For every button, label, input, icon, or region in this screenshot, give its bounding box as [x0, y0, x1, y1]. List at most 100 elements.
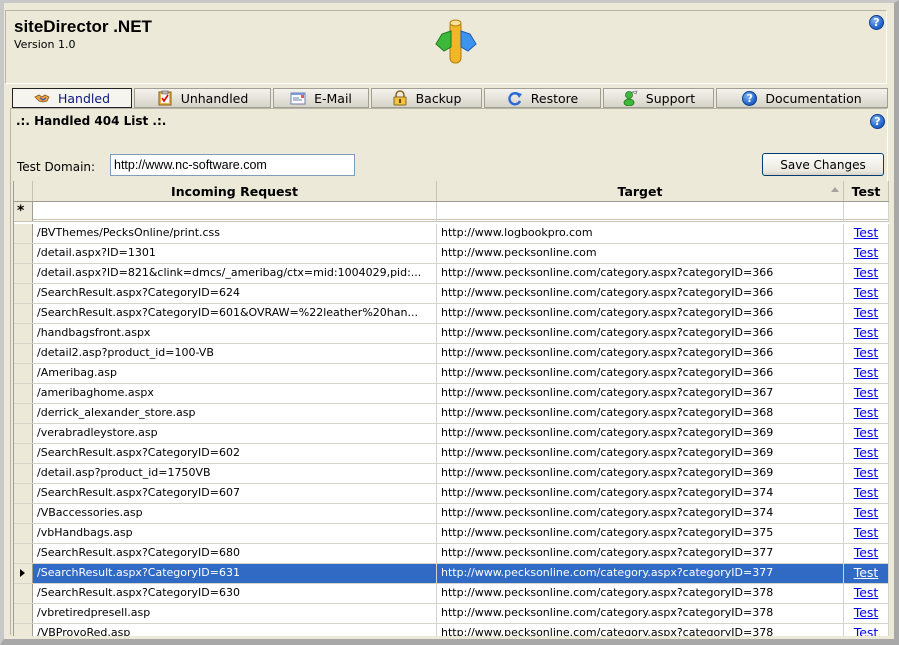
row-selector[interactable] — [14, 624, 33, 636]
table-row[interactable]: /detail.aspx?ID=821&clink=dmcs/_ameribag… — [14, 264, 889, 284]
target-cell[interactable]: http://www.pecksonline.com/category.aspx… — [437, 484, 844, 503]
target-cell[interactable]: http://www.pecksonline.com — [437, 244, 844, 263]
row-selector[interactable] — [14, 464, 33, 483]
help-icon[interactable]: ? — [869, 15, 884, 30]
table-row[interactable]: /VBProvoRed.asp http://www.pecksonline.co… — [14, 624, 889, 636]
target-cell[interactable]: http://www.pecksonline.com/category.aspx… — [437, 324, 844, 343]
target-cell[interactable]: http://www.pecksonline.com/category.aspx… — [437, 564, 844, 583]
column-header-target[interactable]: Target — [437, 181, 844, 201]
row-selector[interactable] — [14, 564, 33, 583]
incoming-request-cell[interactable]: /vbretiredpresell.asp — [33, 604, 437, 623]
new-target-cell[interactable] — [437, 202, 844, 221]
incoming-request-cell[interactable]: /SearchResult.aspx?CategoryID=631 — [33, 564, 437, 583]
incoming-request-cell[interactable]: /detail.aspx?ID=821&clink=dmcs/_ameribag… — [33, 264, 437, 283]
row-selector[interactable] — [14, 424, 33, 443]
table-row[interactable]: /vbHandbags.asp http://www.pecksonline.co… — [14, 524, 889, 544]
target-cell[interactable]: http://www.pecksonline.com/category.aspx… — [437, 544, 844, 563]
tab-support[interactable]: Support — [603, 88, 714, 108]
incoming-request-cell[interactable]: /detail.asp?product_id=1750VB — [33, 464, 437, 483]
tab-backup[interactable]: Backup — [371, 88, 482, 108]
test-link[interactable]: Test — [854, 245, 879, 260]
column-header-incoming-request[interactable]: Incoming Request — [33, 181, 437, 201]
row-selector[interactable] — [14, 244, 33, 263]
row-selector[interactable] — [14, 344, 33, 363]
table-row[interactable]: /detail.asp?product_id=1750VB http://www.… — [14, 464, 889, 484]
row-selector[interactable] — [14, 224, 33, 243]
row-selector[interactable] — [14, 404, 33, 423]
test-link[interactable]: Test — [854, 365, 879, 380]
row-selector[interactable] — [14, 384, 33, 403]
incoming-request-cell[interactable]: /SearchResult.aspx?CategoryID=602 — [33, 444, 437, 463]
incoming-request-cell[interactable]: /VBaccessories.asp — [33, 504, 437, 523]
test-link[interactable]: Test — [854, 325, 879, 340]
test-link[interactable]: Test — [854, 565, 879, 580]
table-row[interactable]: /SearchResult.aspx?CategoryID=631 http://… — [14, 564, 889, 584]
table-row[interactable]: /Ameribag.asp http://www.pecksonline.com/… — [14, 364, 889, 384]
row-selector[interactable] — [14, 484, 33, 503]
incoming-request-cell[interactable]: /derrick_alexander_store.asp — [33, 404, 437, 423]
test-domain-input[interactable] — [110, 154, 355, 176]
target-cell[interactable]: http://www.pecksonline.com/category.aspx… — [437, 464, 844, 483]
table-row[interactable]: /ameribaghome.aspx http://www.pecksonline… — [14, 384, 889, 404]
target-cell[interactable]: http://www.logbookpro.com — [437, 224, 844, 243]
row-selector[interactable] — [14, 504, 33, 523]
incoming-request-cell[interactable]: /detail2.asp?product_id=100-VB — [33, 344, 437, 363]
target-cell[interactable]: http://www.pecksonline.com/category.aspx… — [437, 624, 844, 636]
target-cell[interactable]: http://www.pecksonline.com/category.aspx… — [437, 304, 844, 323]
test-link[interactable]: Test — [854, 405, 879, 420]
table-row[interactable]: /VBaccessories.asp http://www.pecksonline… — [14, 504, 889, 524]
row-selector[interactable] — [14, 584, 33, 603]
incoming-request-cell[interactable]: /ameribaghome.aspx — [33, 384, 437, 403]
table-row[interactable]: /BVThemes/PecksOnline/print.css http://ww… — [14, 224, 889, 244]
row-selector[interactable] — [14, 444, 33, 463]
test-link[interactable]: Test — [854, 285, 879, 300]
incoming-request-cell[interactable]: /SearchResult.aspx?CategoryID=680 — [33, 544, 437, 563]
target-cell[interactable]: http://www.pecksonline.com/category.aspx… — [437, 384, 844, 403]
tab-documentation[interactable]: ? Documentation — [716, 88, 888, 108]
target-cell[interactable]: http://www.pecksonline.com/category.aspx… — [437, 284, 844, 303]
test-link[interactable]: Test — [854, 585, 879, 600]
incoming-request-cell[interactable]: /SearchResult.aspx?CategoryID=607 — [33, 484, 437, 503]
table-row[interactable]: /derrick_alexander_store.asp http://www.p… — [14, 404, 889, 424]
tab-restore[interactable]: Restore — [484, 88, 601, 108]
save-changes-button[interactable]: Save Changes — [762, 153, 884, 176]
target-cell[interactable]: http://www.pecksonline.com/category.aspx… — [437, 364, 844, 383]
row-selector[interactable] — [14, 544, 33, 563]
table-row[interactable]: /SearchResult.aspx?CategoryID=602 http://… — [14, 444, 889, 464]
tab-email[interactable]: E-Mail — [273, 88, 369, 108]
test-link[interactable]: Test — [854, 525, 879, 540]
test-link[interactable]: Test — [854, 265, 879, 280]
incoming-request-cell[interactable]: /BVThemes/PecksOnline/print.css — [33, 224, 437, 243]
target-cell[interactable]: http://www.pecksonline.com/category.aspx… — [437, 604, 844, 623]
tab-handled[interactable]: Handled — [12, 88, 132, 108]
table-row[interactable]: /SearchResult.aspx?CategoryID=630 http://… — [14, 584, 889, 604]
incoming-request-cell[interactable]: /VBProvoRed.asp — [33, 624, 437, 636]
incoming-request-cell[interactable]: /SearchResult.aspx?CategoryID=624 — [33, 284, 437, 303]
help-icon[interactable]: ? — [870, 114, 885, 129]
new-row[interactable]: * — [14, 202, 889, 222]
table-row[interactable]: /detail.aspx?ID=1301 http://www.pecksonli… — [14, 244, 889, 264]
target-cell[interactable]: http://www.pecksonline.com/category.aspx… — [437, 584, 844, 603]
incoming-request-cell[interactable]: /verabradleystore.asp — [33, 424, 437, 443]
test-link[interactable]: Test — [854, 445, 879, 460]
target-cell[interactable]: http://www.pecksonline.com/category.aspx… — [437, 444, 844, 463]
table-row[interactable]: /SearchResult.aspx?CategoryID=624 http://… — [14, 284, 889, 304]
row-selector[interactable] — [14, 364, 33, 383]
incoming-request-cell[interactable]: /handbagsfront.aspx — [33, 324, 437, 343]
row-selector[interactable] — [14, 604, 33, 623]
test-link[interactable]: Test — [854, 425, 879, 440]
row-selector[interactable] — [14, 324, 33, 343]
table-row[interactable]: /SearchResult.aspx?CategoryID=680 http://… — [14, 544, 889, 564]
test-link[interactable]: Test — [854, 605, 879, 620]
incoming-request-cell[interactable]: /vbHandbags.asp — [33, 524, 437, 543]
row-selector[interactable] — [14, 304, 33, 323]
row-selector[interactable] — [14, 264, 33, 283]
column-header-test[interactable]: Test — [844, 181, 889, 201]
test-link[interactable]: Test — [854, 465, 879, 480]
test-link[interactable]: Test — [854, 545, 879, 560]
new-request-cell[interactable] — [33, 202, 437, 221]
target-cell[interactable]: http://www.pecksonline.com/category.aspx… — [437, 504, 844, 523]
table-row[interactable]: /verabradleystore.asp http://www.pecksonl… — [14, 424, 889, 444]
table-row[interactable]: /SearchResult.aspx?CategoryID=607 http://… — [14, 484, 889, 504]
test-link[interactable]: Test — [854, 625, 879, 636]
